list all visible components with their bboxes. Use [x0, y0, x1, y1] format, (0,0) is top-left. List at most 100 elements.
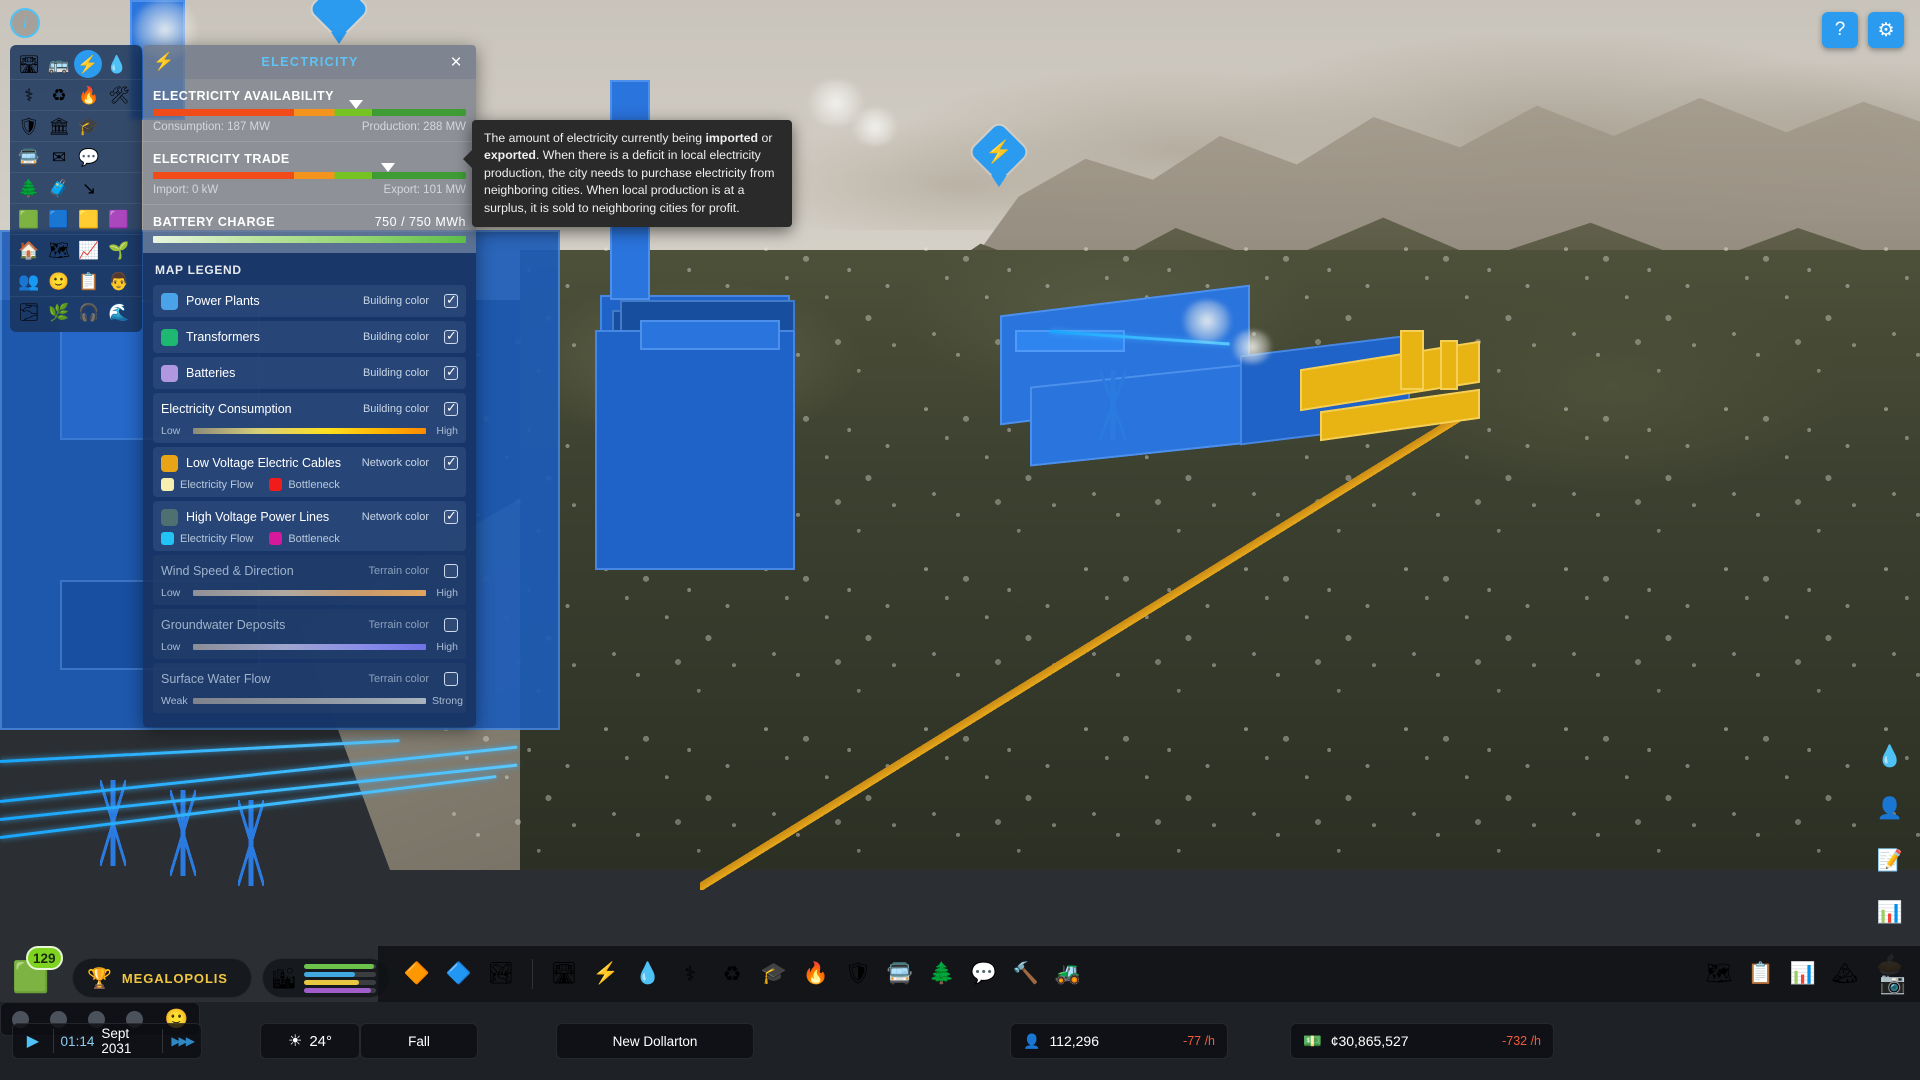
weather-readout[interactable]: ☀ 24°	[260, 1023, 360, 1059]
citizen-tool-icon[interactable]: 👤	[1868, 787, 1912, 831]
progression-icon[interactable]: 🏔	[1824, 953, 1866, 995]
legend-item[interactable]: Groundwater DepositsTerrain colorLowHigh	[153, 609, 466, 659]
chart-tool-icon[interactable]: 📊	[1868, 891, 1912, 935]
fast-forward-button[interactable]: ▶▶▶	[163, 1034, 201, 1048]
city-name-readout[interactable]: New Dollarton	[556, 1023, 754, 1059]
infoview-fire-rescue-icon[interactable]: 🔥	[74, 81, 104, 109]
transport-overview-icon[interactable]: 🗺	[1698, 953, 1740, 995]
infoview-icon-grid[interactable]: 🛣🚌⚡💧 ⚕♻🔥🛠 🛡🏛🎓 🚍✉💬 🌲🧳↘ 🟩🟦🟨🟪 🏠🗺📈🌱 👥🙂📋👨 🌫🌿🎧🌊	[10, 45, 142, 332]
infoview-land-value-icon[interactable]: 🗺	[44, 236, 74, 264]
legend-item[interactable]: High Voltage Power LinesNetwork colorEle…	[153, 501, 466, 551]
legend-item[interactable]: Electricity ConsumptionBuilding colorLow…	[153, 393, 466, 443]
infoview-natural-resources-icon[interactable]: 📈	[74, 236, 104, 264]
city-rank-pill[interactable]: 🏆 MEGALOPOLIS	[72, 958, 252, 998]
legend-item[interactable]: BatteriesBuilding color	[153, 357, 466, 389]
legend-checkbox[interactable]	[444, 618, 458, 632]
infoview-administration-icon[interactable]: 🏛	[44, 112, 74, 140]
play-button[interactable]: ▶	[13, 1031, 53, 1051]
main-toolbar[interactable]: 🔶🔷🏞 🛣⚡💧⚕♻🎓🔥🛡🚍🌲💬🔨🚜 🗺📋📊🏔	[378, 946, 1920, 1002]
settings-button[interactable]: ⚙	[1868, 12, 1904, 48]
money-readout[interactable]: 💵 ¢30,865,527 -732 /h	[1290, 1023, 1554, 1059]
electricity-trade-block[interactable]: ELECTRICITY TRADE Import: 0 kW Export: 1…	[143, 142, 476, 205]
highway-road	[700, 420, 1460, 890]
infoview-ground-pollution-icon[interactable]: 🌿	[44, 299, 74, 327]
infoview-air-pollution-icon[interactable]: 🌫	[14, 299, 44, 327]
infoview-post-icon[interactable]: ✉	[44, 143, 74, 171]
notes-tool-icon[interactable]: 📝	[1868, 839, 1912, 883]
signature-buildings-tool-icon[interactable]: 🏞	[480, 953, 522, 995]
infoview-roads-icon[interactable]: 🛣	[14, 50, 44, 78]
garbage-service-icon[interactable]: ♻	[711, 953, 753, 995]
infoview-transportation-icon[interactable]: 🚌	[44, 50, 74, 78]
trade-needle	[381, 163, 395, 172]
transportation-service-icon[interactable]: 🚍	[879, 953, 921, 995]
infoview-public-transport-icon[interactable]: 🚍	[14, 143, 44, 171]
milestone-badge[interactable]: 🟩 129	[10, 950, 62, 996]
infoview-police-icon[interactable]: 🛡	[14, 112, 44, 140]
statistics-icon[interactable]: 📊	[1782, 953, 1824, 995]
info-icon[interactable]: i	[10, 8, 40, 38]
water-sewage-service-icon[interactable]: 💧	[627, 953, 669, 995]
infoview-noise-pollution-icon[interactable]: 🎧	[74, 299, 104, 327]
legend-checkbox[interactable]	[444, 672, 458, 686]
close-icon[interactable]: ×	[446, 53, 466, 72]
infoview-garbage-icon[interactable]: ♻	[44, 81, 74, 109]
legend-checkbox[interactable]	[444, 294, 458, 308]
infoview-pollution-icon[interactable]: 🌱	[104, 236, 134, 264]
infoview-tourism-icon[interactable]: 🧳	[44, 174, 74, 202]
infoview-zones-industrial-icon[interactable]: 🟨	[74, 205, 104, 233]
infoview-zones-commercial-icon[interactable]: 🟦	[44, 205, 74, 233]
milestone-count: 129	[26, 946, 63, 970]
legend-checkbox[interactable]	[444, 456, 458, 470]
population-readout[interactable]: 👤 112,296 -77 /h	[1010, 1023, 1228, 1059]
communications-service-icon[interactable]: 💬	[963, 953, 1005, 995]
legend-checkbox[interactable]	[444, 330, 458, 344]
infoview-healthcare-icon[interactable]: ⚕	[14, 81, 44, 109]
power-plant-marker[interactable]: ⚡	[975, 125, 1023, 179]
infoview-households-icon[interactable]: 🏠	[14, 236, 44, 264]
infoview-citizens-icon[interactable]: 👨	[104, 267, 134, 295]
city-demand-pill[interactable]: 🏙	[262, 958, 390, 998]
electricity-panel[interactable]: ⚡ ELECTRICITY × ELECTRICITY AVAILABILITY…	[143, 45, 476, 727]
infoview-communications-icon[interactable]: 💬	[74, 143, 104, 171]
toolbar-separator	[532, 959, 533, 989]
legend-item[interactable]: TransformersBuilding color	[153, 321, 466, 353]
infoview-route-tool-icon[interactable]: ↘	[74, 174, 104, 202]
infoview-zones-office-icon[interactable]: 🟪	[104, 205, 134, 233]
water-tool-icon[interactable]: 💧	[1868, 735, 1912, 779]
legend-item[interactable]: Surface Water FlowTerrain colorWeakStron…	[153, 663, 466, 713]
landscaping-tool-icon[interactable]: 🔨	[1005, 953, 1047, 995]
electricity-service-icon[interactable]: ⚡	[585, 953, 627, 995]
fire-rescue-service-icon[interactable]: 🔥	[795, 953, 837, 995]
infoview-water-sewage-icon[interactable]: 💧	[102, 50, 132, 78]
infoview-electricity-icon[interactable]: ⚡	[74, 50, 102, 78]
roads-service-icon[interactable]: 🛣	[543, 953, 585, 995]
areas-tool-icon[interactable]: 🔷	[438, 953, 480, 995]
power-plant-marker[interactable]	[315, 0, 363, 36]
healthcare-service-icon[interactable]: ⚕	[669, 953, 711, 995]
legend-item[interactable]: Wind Speed & DirectionTerrain colorLowHi…	[153, 555, 466, 605]
parks-recreation-service-icon[interactable]: 🌲	[921, 953, 963, 995]
legend-checkbox[interactable]	[444, 564, 458, 578]
infoview-workplaces-icon[interactable]: 👥	[14, 267, 44, 295]
infoview-happiness-icon[interactable]: 🙂	[44, 267, 74, 295]
zones-tool-icon[interactable]: 🔶	[396, 953, 438, 995]
infoview-levels-icon[interactable]: 📋	[74, 267, 104, 295]
legend-item[interactable]: Low Voltage Electric CablesNetwork color…	[153, 447, 466, 497]
help-button[interactable]: ?	[1822, 12, 1858, 48]
time-controls[interactable]: ▶ 01:14 Sept 2031 ▶▶▶	[12, 1023, 202, 1059]
police-service-icon[interactable]: 🛡	[837, 953, 879, 995]
legend-checkbox[interactable]	[444, 366, 458, 380]
education-service-icon[interactable]: 🎓	[753, 953, 795, 995]
infoview-zones-residential-icon[interactable]: 🟩	[14, 205, 44, 233]
city-info-icon[interactable]: 📋	[1740, 953, 1782, 995]
legend-checkbox[interactable]	[444, 402, 458, 416]
legend-checkbox[interactable]	[444, 510, 458, 524]
infoview-maintenance-icon[interactable]: 🛠	[104, 81, 134, 109]
legend-item[interactable]: Power PlantsBuilding color	[153, 285, 466, 317]
bulldoze-tool-icon[interactable]: 🚜	[1047, 953, 1089, 995]
infoview-parks-recreation-icon[interactable]: 🌲	[14, 174, 44, 202]
infoview-water-pollution-icon[interactable]: 🌊	[104, 299, 134, 327]
photo-mode-button[interactable]: 📷	[1880, 972, 1906, 996]
infoview-education-icon[interactable]: 🎓	[74, 112, 104, 140]
